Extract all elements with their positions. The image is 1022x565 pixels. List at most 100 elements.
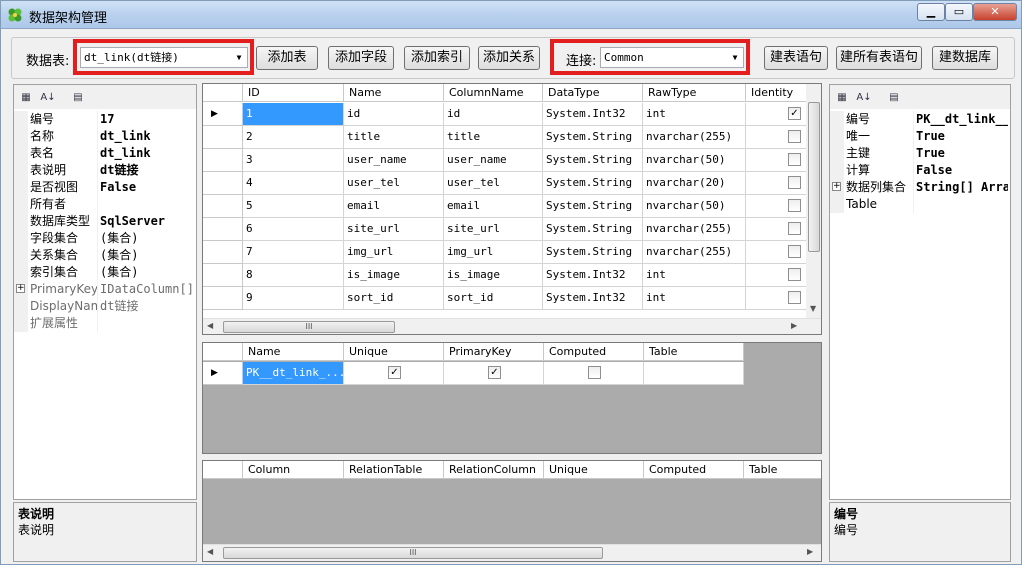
column-header[interactable]: RawType bbox=[643, 84, 746, 102]
checkbox-cell[interactable]: ✓ bbox=[444, 362, 544, 385]
column-header[interactable]: RelationColumn bbox=[444, 461, 544, 479]
grid-cell[interactable]: System.String bbox=[543, 218, 643, 241]
grid-cell[interactable]: 4 bbox=[243, 172, 344, 195]
identity-checkbox[interactable] bbox=[788, 291, 801, 304]
property-row[interactable]: 表说明 dt链接 bbox=[14, 162, 196, 179]
grid-cell[interactable]: sort_id bbox=[444, 287, 543, 310]
sort-alpha-icon[interactable]: A↓ bbox=[856, 90, 872, 106]
grid-cell[interactable]: System.Int32 bbox=[543, 287, 643, 310]
grid-cell[interactable]: 6 bbox=[243, 218, 344, 241]
column-header[interactable]: Identity bbox=[746, 84, 808, 102]
property-row[interactable]: 所有者 bbox=[14, 196, 196, 213]
property-value[interactable]: False bbox=[916, 162, 1008, 179]
property-value[interactable]: True bbox=[916, 145, 1008, 162]
column-header[interactable]: Computed bbox=[644, 461, 744, 479]
scroll-thumb[interactable]: III bbox=[223, 547, 603, 559]
grid-cell[interactable]: 1 bbox=[243, 103, 344, 126]
property-value[interactable] bbox=[916, 196, 1008, 213]
grid-cell[interactable]: id bbox=[344, 103, 444, 126]
expand-plus-icon[interactable]: + bbox=[832, 182, 841, 191]
column-header[interactable]: Name bbox=[243, 343, 344, 361]
identity-cell[interactable]: ✓ bbox=[746, 103, 808, 126]
property-row[interactable]: 扩展属性 bbox=[14, 315, 196, 332]
row-header[interactable] bbox=[203, 126, 243, 149]
property-row[interactable]: 编号 PK__dt_link__4 bbox=[830, 111, 1010, 128]
property-row[interactable]: 计算 False bbox=[830, 162, 1010, 179]
unique-checkbox[interactable]: ✓ bbox=[388, 366, 401, 379]
grid-cell[interactable]: 8 bbox=[243, 264, 344, 287]
property-value[interactable] bbox=[100, 315, 194, 332]
identity-checkbox[interactable] bbox=[788, 245, 801, 258]
property-row[interactable]: + PrimaryKeysIDataColumn[] Ar bbox=[14, 281, 196, 298]
identity-checkbox[interactable] bbox=[788, 199, 801, 212]
column-header[interactable]: RelationTable bbox=[344, 461, 444, 479]
column-header[interactable]: DataType bbox=[543, 84, 643, 102]
identity-cell[interactable] bbox=[746, 218, 808, 241]
scroll-down-icon[interactable]: ▼ bbox=[810, 304, 816, 313]
categorized-icon[interactable]: ▦ bbox=[834, 90, 850, 106]
grid-cell[interactable]: 9 bbox=[243, 287, 344, 310]
grid-cell[interactable]: sort_id bbox=[344, 287, 444, 310]
grid-cell[interactable]: 3 bbox=[243, 149, 344, 172]
expand-plus-icon[interactable]: + bbox=[16, 284, 25, 293]
column-header[interactable]: ID bbox=[243, 84, 344, 102]
build-table-sql-button[interactable]: 建表语句 bbox=[764, 46, 828, 70]
grid-cell[interactable]: site_url bbox=[344, 218, 444, 241]
column-header[interactable]: Computed bbox=[544, 343, 644, 361]
property-value[interactable]: PK__dt_link__4 bbox=[916, 111, 1008, 128]
grid-cell[interactable]: nvarchar(255) bbox=[643, 218, 746, 241]
row-header[interactable] bbox=[203, 218, 243, 241]
property-row[interactable]: Table bbox=[830, 196, 1010, 213]
row-header[interactable]: ▶ bbox=[203, 103, 243, 126]
grid-cell[interactable]: 2 bbox=[243, 126, 344, 149]
scroll-left-icon[interactable]: ◀ bbox=[207, 321, 213, 330]
add-field-button[interactable]: 添加字段 bbox=[328, 46, 394, 70]
identity-checkbox[interactable] bbox=[788, 222, 801, 235]
primary-key-checkbox[interactable]: ✓ bbox=[488, 366, 501, 379]
identity-cell[interactable] bbox=[746, 126, 808, 149]
property-value[interactable]: (集合) bbox=[100, 247, 194, 264]
property-row[interactable]: 数据库类型 SqlServer bbox=[14, 213, 196, 230]
grid-cell[interactable]: id bbox=[444, 103, 543, 126]
column-header[interactable]: Column bbox=[243, 461, 344, 479]
row-header[interactable] bbox=[203, 241, 243, 264]
grid-cell[interactable]: System.String bbox=[543, 172, 643, 195]
scroll-right-icon[interactable]: ▶ bbox=[807, 547, 813, 556]
property-row[interactable]: 字段集合 (集合) bbox=[14, 230, 196, 247]
property-row[interactable]: DisplayNamedt链接 bbox=[14, 298, 196, 315]
property-value[interactable]: IDataColumn[] Ar bbox=[100, 281, 194, 298]
grid-cell[interactable]: email bbox=[344, 195, 444, 218]
scroll-right-icon[interactable]: ▶ bbox=[791, 321, 797, 330]
grid-cell[interactable]: int bbox=[643, 264, 746, 287]
row-header[interactable] bbox=[203, 195, 243, 218]
relation-horizontal-scrollbar[interactable]: ◀ III ▶ bbox=[203, 544, 821, 561]
column-header[interactable]: PrimaryKey bbox=[444, 343, 544, 361]
column-header[interactable]: Name bbox=[344, 84, 444, 102]
grid-cell[interactable]: System.String bbox=[543, 126, 643, 149]
minimize-button[interactable]: ▁ bbox=[917, 3, 945, 21]
property-value[interactable]: True bbox=[916, 128, 1008, 145]
property-value[interactable]: dt链接 bbox=[100, 162, 194, 179]
add-index-button[interactable]: 添加索引 bbox=[404, 46, 470, 70]
grid-cell[interactable]: System.String bbox=[543, 241, 643, 264]
grid-cell[interactable]: user_name bbox=[444, 149, 543, 172]
grid-cell[interactable]: title bbox=[444, 126, 543, 149]
grid-cell[interactable]: site_url bbox=[444, 218, 543, 241]
property-value[interactable]: dt_link bbox=[100, 145, 194, 162]
property-value[interactable]: (集合) bbox=[100, 264, 194, 281]
identity-checkbox[interactable]: ✓ bbox=[788, 107, 801, 120]
row-header[interactable] bbox=[203, 264, 243, 287]
grid-cell[interactable] bbox=[644, 362, 744, 385]
grid-cell[interactable]: System.Int32 bbox=[543, 264, 643, 287]
column-header[interactable]: ColumnName bbox=[444, 84, 543, 102]
column-header[interactable]: Unique bbox=[344, 343, 444, 361]
identity-cell[interactable] bbox=[746, 287, 808, 310]
property-value[interactable]: SqlServer bbox=[100, 213, 194, 230]
grid-cell[interactable]: nvarchar(50) bbox=[643, 149, 746, 172]
column-header[interactable]: Table bbox=[744, 461, 821, 479]
identity-checkbox[interactable] bbox=[788, 153, 801, 166]
grid-cell[interactable]: title bbox=[344, 126, 444, 149]
add-relation-button[interactable]: 添加关系 bbox=[478, 46, 540, 70]
property-value[interactable] bbox=[100, 196, 194, 213]
property-row[interactable]: 表名 dt_link bbox=[14, 145, 196, 162]
